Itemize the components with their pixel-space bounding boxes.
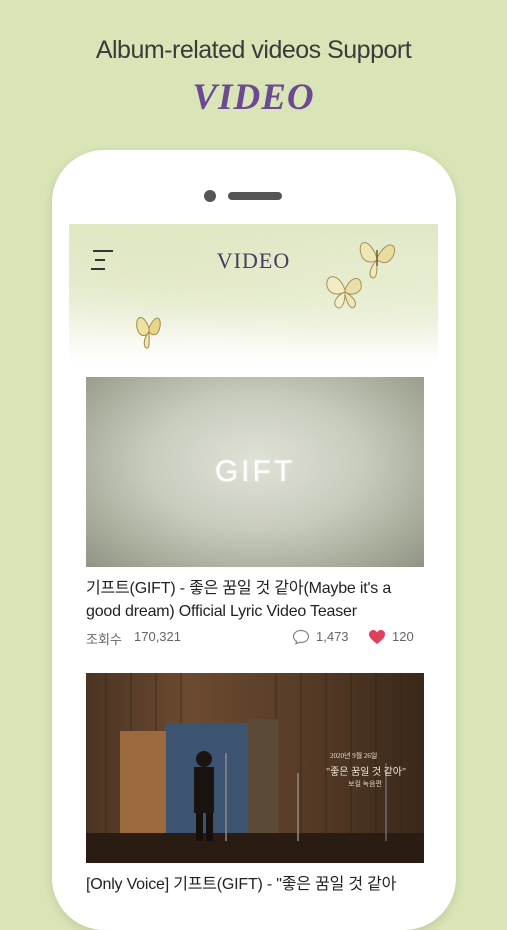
promo-subtitle: Album-related videos Support bbox=[95, 36, 412, 64]
app-screen: VIDEO GIFT 기프트(GIFT) - 좋은 꿈일 것 같아(Maybe … bbox=[69, 224, 438, 900]
butterfly-icon bbox=[136, 317, 161, 349]
camera-dot bbox=[204, 190, 216, 202]
video-card[interactable]: GIFT 기프트(GIFT) - 좋은 꿈일 것 같아(Maybe it's a… bbox=[86, 377, 424, 649]
overlay-subtitle: 보컬 녹음편 bbox=[348, 780, 382, 788]
app-header: VIDEO bbox=[69, 224, 438, 364]
like-count: 120 bbox=[392, 629, 414, 644]
butterfly-icon bbox=[326, 276, 362, 309]
video-thumbnail[interactable]: GIFT bbox=[86, 377, 424, 567]
promo-title: VIDEO bbox=[192, 77, 315, 118]
comment-icon[interactable] bbox=[292, 629, 310, 645]
video-title[interactable]: [Only Voice] 기프트(GIFT) - "좋은 꿈일 것 같아 bbox=[86, 873, 424, 896]
comment-count: 1,473 bbox=[316, 629, 349, 644]
views-count: 170,321 bbox=[134, 629, 181, 644]
views-label: 조회수 bbox=[86, 632, 122, 647]
overlay-title: "좋은 꿈일 것 같아" bbox=[326, 767, 407, 778]
speaker-bar bbox=[228, 192, 282, 200]
video-card[interactable]: 2020년 9월 26일 "좋은 꿈일 것 같아" 보컬 녹음편 [Only V… bbox=[86, 673, 424, 896]
video-meta: 조회수 170,321 1,473 120 bbox=[86, 627, 424, 649]
overlay-date: 2020년 9월 26일 bbox=[330, 752, 378, 760]
thumbnail-logo: GIFT bbox=[214, 455, 296, 488]
video-thumbnail[interactable]: 2020년 9월 26일 "좋은 꿈일 것 같아" 보컬 녹음편 bbox=[86, 673, 424, 863]
video-title[interactable]: 기프트(GIFT) - 좋은 꿈일 것 같아(Maybe it's a good… bbox=[86, 577, 424, 623]
heart-icon[interactable] bbox=[368, 629, 386, 645]
